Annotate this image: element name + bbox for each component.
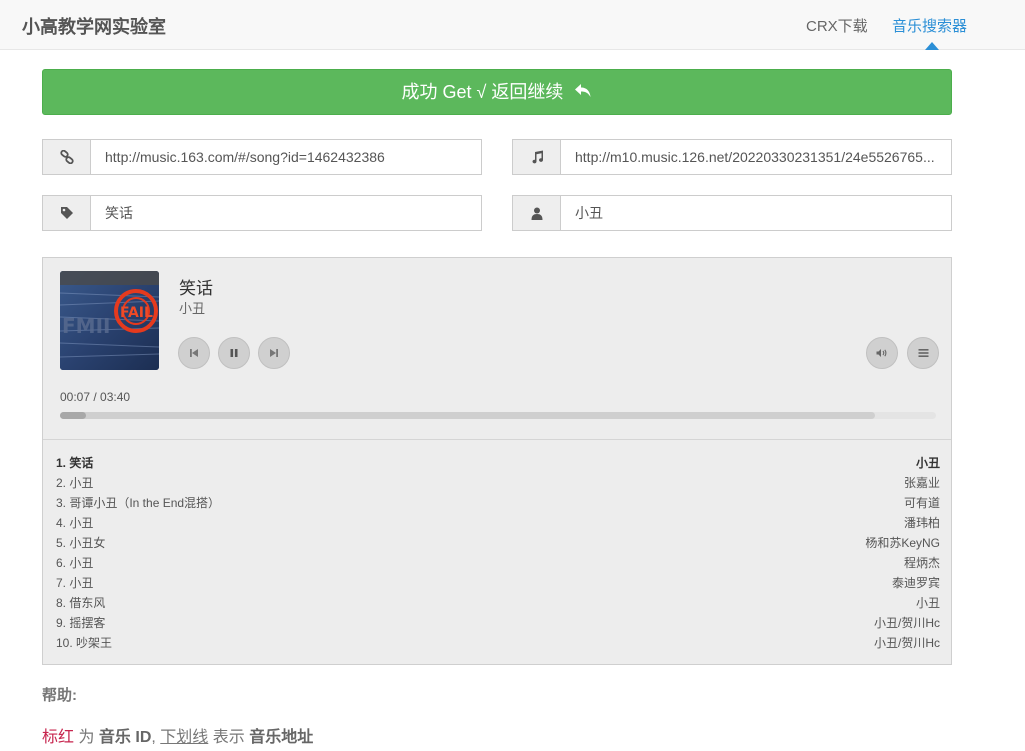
playlist-item[interactable]: 1. 笑话 小丑 [56, 453, 940, 473]
navbar: 小高教学网实验室 CRX下载 音乐搜索器 [0, 0, 1025, 50]
playlist-item-artist: 程炳杰 [903, 556, 940, 570]
help-text: 标红 为 音乐 ID, 下划线 表示 音乐地址 [42, 729, 314, 746]
playlist-item[interactable]: 4. 小丑 潘玮柏 [56, 513, 940, 533]
playlist-item[interactable]: 10. 吵架王 小丑/贺川Hc [56, 633, 940, 653]
playlist-item-artist: 小丑 [915, 596, 940, 610]
playlist-item[interactable]: 8. 借东风 小丑 [56, 593, 940, 613]
playlist-item-title: 8. 借东风 [56, 596, 106, 610]
playlist-item-artist: 杨和苏KeyNG [865, 536, 940, 550]
skip-back-icon [189, 348, 199, 358]
progress-played[interactable] [60, 412, 87, 419]
audio-url-input[interactable]: http://m10.music.126.net/20220330231351/… [560, 139, 952, 175]
album-cover: FMII FAIL [60, 271, 159, 370]
playlist-item-artist: 可有道 [903, 496, 940, 510]
success-button-label: 成功 Get √ 返回继续 [401, 82, 564, 102]
playlist-item[interactable]: 2. 小丑 张嘉业 [56, 473, 940, 493]
skip-forward-button[interactable] [258, 337, 290, 369]
playlist-item-title: 10. 吵架王 [56, 636, 113, 650]
playlist: 1. 笑话 小丑 2. 小丑 张嘉业 3. 哥谭小丑（In the End混搭） 可有道 4… [56, 453, 940, 653]
playlist-item[interactable]: 3. 哥谭小丑（In the End混搭） 可有道 [56, 493, 940, 513]
success-return-button[interactable]: 成功 Get √ 返回继续 [42, 69, 952, 115]
pause-button[interactable] [218, 337, 250, 369]
menu-icon [918, 348, 929, 358]
artist-input[interactable]: 小丑 [560, 195, 952, 231]
help-music-address: 音乐地址 [249, 729, 314, 746]
playlist-item-artist: 小丑/贺川Hc [873, 616, 940, 630]
playlist-item-artist: 泰迪罗宾 [891, 576, 940, 590]
pause-icon [229, 348, 239, 358]
help-music-id: 音乐 ID [98, 729, 152, 746]
playlist-item-artist: 小丑 [915, 456, 940, 470]
playlist-item-title: 1. 笑话 [56, 456, 94, 470]
playlist-item-title: 9. 摇摆客 [56, 616, 106, 630]
song-url-group: http://music.163.com/#/song?id=146243238… [42, 139, 482, 175]
help-red-word: 标红 [42, 729, 75, 746]
playlist-item[interactable]: 6. 小丑 程炳杰 [56, 553, 940, 573]
music-player: FMII FAIL 笑话 小丑 00:07 / 03:40 1. 笑话 小丑 2. … [42, 257, 952, 665]
music-note-icon [512, 139, 560, 175]
playlist-item-title: 7. 小丑 [56, 576, 94, 590]
volume-button[interactable] [866, 337, 898, 369]
progress-loaded [60, 412, 875, 419]
playlist-menu-button[interactable] [907, 337, 939, 369]
playlist-item[interactable]: 7. 小丑 泰迪罗宾 [56, 573, 940, 593]
link-icon [42, 139, 90, 175]
nav-music-searcher[interactable]: 音乐搜索器 [892, 15, 967, 36]
reply-arrow-icon [574, 70, 592, 114]
playlist-item[interactable]: 9. 摇摆客 小丑/贺川Hc [56, 613, 940, 633]
title-input[interactable]: 笑话 [90, 195, 482, 231]
playlist-item-title: 5. 小丑女 [56, 536, 106, 550]
playlist-item-artist: 小丑/贺川Hc [873, 636, 940, 650]
audio-url-group: http://m10.music.126.net/20220330231351/… [512, 139, 952, 175]
user-icon [512, 195, 560, 231]
player-song-artist: 小丑 [179, 301, 206, 316]
help-underline-word: 下划线 [160, 729, 209, 746]
playlist-item-artist: 张嘉业 [903, 476, 940, 490]
player-divider [43, 439, 951, 440]
playlist-item-title: 4. 小丑 [56, 516, 94, 530]
title-group: 笑话 [42, 195, 482, 231]
player-song-title: 笑话 [179, 279, 213, 298]
nav-crx-download[interactable]: CRX下载 [806, 15, 868, 36]
tag-icon [42, 195, 90, 231]
playlist-item-title: 2. 小丑 [56, 476, 94, 490]
brand-title[interactable]: 小高教学网实验室 [22, 13, 166, 39]
help-title: 帮助: [42, 687, 77, 704]
volume-icon [876, 348, 888, 358]
skip-forward-icon [269, 348, 279, 358]
artist-group: 小丑 [512, 195, 952, 231]
svg-text:FMII: FMII [62, 314, 110, 338]
skip-back-button[interactable] [178, 337, 210, 369]
playlist-item-title: 6. 小丑 [56, 556, 94, 570]
playback-time: 00:07 / 03:40 [60, 390, 131, 404]
svg-text:FAIL: FAIL [120, 305, 153, 321]
song-url-input[interactable]: http://music.163.com/#/song?id=146243238… [90, 139, 482, 175]
playlist-item-title: 3. 哥谭小丑（In the End混搭） [56, 496, 221, 510]
active-nav-indicator [925, 42, 939, 50]
playlist-item[interactable]: 5. 小丑女 杨和苏KeyNG [56, 533, 940, 553]
playlist-item-artist: 潘玮柏 [903, 516, 940, 530]
